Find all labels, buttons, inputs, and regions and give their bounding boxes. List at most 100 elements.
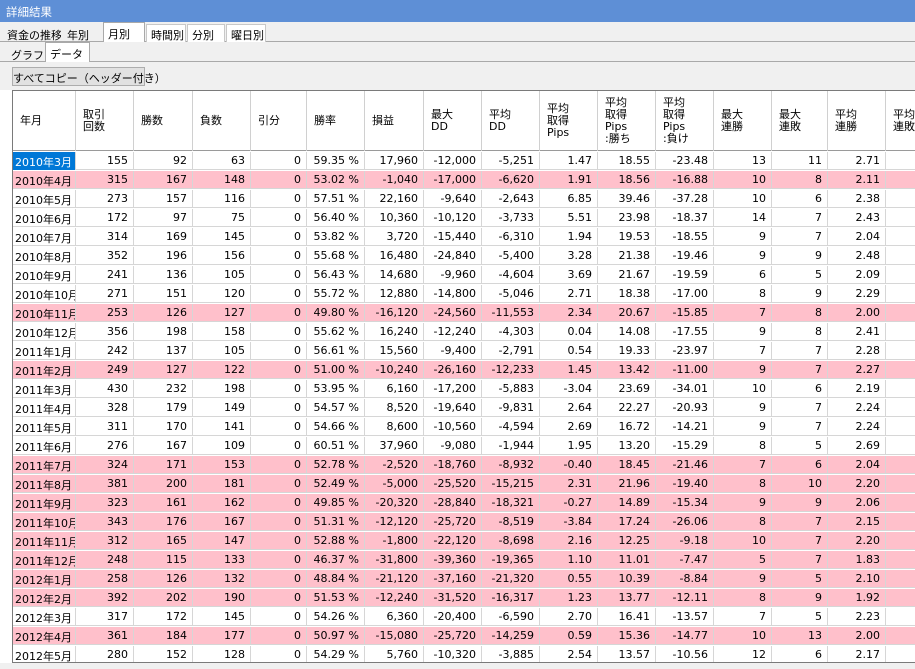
- cell-max-loss-streak[interactable]: 5: [772, 570, 828, 588]
- cell-win-rate[interactable]: 54.66 %: [307, 418, 365, 436]
- cell-losses[interactable]: 122: [193, 361, 251, 379]
- cell-win-rate[interactable]: 55.68 %: [307, 247, 365, 265]
- cell-wins[interactable]: 196: [134, 247, 193, 265]
- cell-avg-dd[interactable]: -2,791: [482, 342, 540, 360]
- cell-profit-loss[interactable]: 16,480: [365, 247, 424, 265]
- cell-trade-count[interactable]: 155: [76, 152, 134, 170]
- cell-max-dd[interactable]: -20,400: [424, 608, 482, 626]
- cell-trade-count[interactable]: 314: [76, 228, 134, 246]
- cell-profit-loss[interactable]: 37,960: [365, 437, 424, 455]
- cell-avg-pips[interactable]: 1.94: [540, 228, 598, 246]
- cell-year-month[interactable]: 2011年11月: [13, 532, 76, 550]
- cell-avg-pips[interactable]: 2.69: [540, 418, 598, 436]
- cell-max-win-streak[interactable]: 9: [714, 570, 772, 588]
- cell-avg-pips-win[interactable]: 15.36: [598, 627, 656, 645]
- cell-max-loss-streak[interactable]: 9: [772, 247, 828, 265]
- cell-max-dd[interactable]: -28,840: [424, 494, 482, 512]
- cell-avg-pips-loss[interactable]: -23.48: [656, 152, 714, 170]
- cell-year-month[interactable]: 2011年5月: [13, 418, 76, 436]
- cell-avg-dd[interactable]: -5,400: [482, 247, 540, 265]
- column-header-losses[interactable]: 負数: [193, 91, 251, 151]
- cell-max-loss-streak[interactable]: 9: [772, 285, 828, 303]
- table-row[interactable]: 2010年11月 253 126 127 0 49.80 % -16,120 -24,560-…: [13, 304, 915, 322]
- cell-wins[interactable]: 126: [134, 570, 193, 588]
- cell-max-loss-streak[interactable]: 8: [772, 304, 828, 322]
- cell-max-win-streak[interactable]: 6: [714, 266, 772, 284]
- cell-draws[interactable]: 0: [251, 494, 307, 512]
- cell-max-dd[interactable]: -15,440: [424, 228, 482, 246]
- cell-avg-pips-loss[interactable]: -19.46: [656, 247, 714, 265]
- cell-losses[interactable]: 167: [193, 513, 251, 531]
- cell-wins[interactable]: 169: [134, 228, 193, 246]
- cell-avg-pips-win[interactable]: 18.45: [598, 456, 656, 474]
- cell-win-rate[interactable]: 56.40 %: [307, 209, 365, 227]
- cell-trade-count[interactable]: 312: [76, 532, 134, 550]
- cell-draws[interactable]: 0: [251, 437, 307, 455]
- cell-max-win-streak[interactable]: 12: [714, 646, 772, 662]
- cell-draws[interactable]: 0: [251, 304, 307, 322]
- cell-draws[interactable]: 0: [251, 627, 307, 645]
- cell-profit-loss[interactable]: 15,560: [365, 342, 424, 360]
- column-header-avg-pips-win[interactable]: 平均 取得 Pips :勝ち: [598, 91, 656, 151]
- cell-max-win-streak[interactable]: 8: [714, 589, 772, 607]
- cell-trade-count[interactable]: 315: [76, 171, 134, 189]
- cell-wins[interactable]: 171: [134, 456, 193, 474]
- cell-max-win-streak[interactable]: 10: [714, 171, 772, 189]
- cell-wins[interactable]: 170: [134, 418, 193, 436]
- cell-avg-win-streak[interactable]: 2.24: [828, 399, 886, 417]
- table-row[interactable]: 2010年7月 314 169 145 0 53.82 % 3,720 -15,440 -6,3…: [13, 228, 915, 246]
- cell-trade-count[interactable]: 317: [76, 608, 134, 626]
- cell-max-loss-streak[interactable]: 7: [772, 418, 828, 436]
- cell-trade-count[interactable]: 361: [76, 627, 134, 645]
- table-row[interactable]: 2012年2月 392 202 190 0 51.53 % -12,240 -31,520 -1…: [13, 589, 915, 607]
- cell-avg-pips-win[interactable]: 20.67: [598, 304, 656, 322]
- cell-avg-dd[interactable]: -5,883: [482, 380, 540, 398]
- cell-avg-pips-loss[interactable]: -19.59: [656, 266, 714, 284]
- table-row[interactable]: 2011年6月 276 167 109 0 60.51 % 37,960 -9,080 -1,9…: [13, 437, 915, 455]
- cell-trade-count[interactable]: 241: [76, 266, 134, 284]
- cell-avg-win-streak[interactable]: 2.20: [828, 532, 886, 550]
- cell-draws[interactable]: 0: [251, 209, 307, 227]
- column-header-year-month[interactable]: 年月: [13, 91, 76, 151]
- column-header-avg-loss-streak[interactable]: 平均 連敗: [886, 91, 915, 151]
- cell-losses[interactable]: 75: [193, 209, 251, 227]
- cell-avg-dd[interactable]: -6,310: [482, 228, 540, 246]
- cell-losses[interactable]: 127: [193, 304, 251, 322]
- cell-win-rate[interactable]: 56.61 %: [307, 342, 365, 360]
- cell-win-rate[interactable]: 49.80 %: [307, 304, 365, 322]
- cell-draws[interactable]: 0: [251, 380, 307, 398]
- cell-max-loss-streak[interactable]: 8: [772, 171, 828, 189]
- cell-avg-pips[interactable]: 0.54: [540, 342, 598, 360]
- cell-losses[interactable]: 105: [193, 266, 251, 284]
- cell-avg-pips[interactable]: 0.59: [540, 627, 598, 645]
- table-row[interactable]: 2011年1月 242 137 105 0 56.61 % 15,560 -9,400 -2,7…: [13, 342, 915, 360]
- table-row[interactable]: 2011年10月 343 176 167 0 51.31 % -12,120 -25,720-…: [13, 513, 915, 531]
- cell-max-dd[interactable]: -19,640: [424, 399, 482, 417]
- cell-draws[interactable]: 0: [251, 152, 307, 170]
- cell-wins[interactable]: 97: [134, 209, 193, 227]
- cell-max-dd[interactable]: -12,240: [424, 323, 482, 341]
- cell-max-loss-streak[interactable]: 5: [772, 266, 828, 284]
- cell-draws[interactable]: 0: [251, 513, 307, 531]
- cell-year-month[interactable]: 2010年3月: [13, 152, 76, 170]
- cell-avg-win-streak[interactable]: 2.15: [828, 513, 886, 531]
- column-header-avg-pips-loss[interactable]: 平均 取得 Pips :負け: [656, 91, 714, 151]
- cell-max-dd[interactable]: -14,800: [424, 285, 482, 303]
- cell-avg-pips-loss[interactable]: -15.34: [656, 494, 714, 512]
- table-row[interactable]: 2012年1月 258 126 132 0 48.84 % -21,120 -37,160 -2…: [13, 570, 915, 588]
- cell-max-loss-streak[interactable]: 6: [772, 380, 828, 398]
- cell-avg-win-streak[interactable]: 2.10: [828, 570, 886, 588]
- cell-losses[interactable]: 181: [193, 475, 251, 493]
- cell-losses[interactable]: 148: [193, 171, 251, 189]
- cell-avg-win-streak[interactable]: 2.17: [828, 646, 886, 662]
- cell-profit-loss[interactable]: 3,720: [365, 228, 424, 246]
- cell-avg-pips[interactable]: 2.16: [540, 532, 598, 550]
- cell-avg-pips-loss[interactable]: -20.93: [656, 399, 714, 417]
- column-header-max-loss-streak[interactable]: 最大 連敗: [772, 91, 828, 151]
- table-row[interactable]: 2010年9月 241 136 105 0 56.43 % 14,680 -9,960 -4,6…: [13, 266, 915, 284]
- cell-avg-pips[interactable]: 1.45: [540, 361, 598, 379]
- cell-year-month[interactable]: 2012年4月: [13, 627, 76, 645]
- cell-wins[interactable]: 198: [134, 323, 193, 341]
- cell-draws[interactable]: 0: [251, 342, 307, 360]
- cell-max-dd[interactable]: -10,560: [424, 418, 482, 436]
